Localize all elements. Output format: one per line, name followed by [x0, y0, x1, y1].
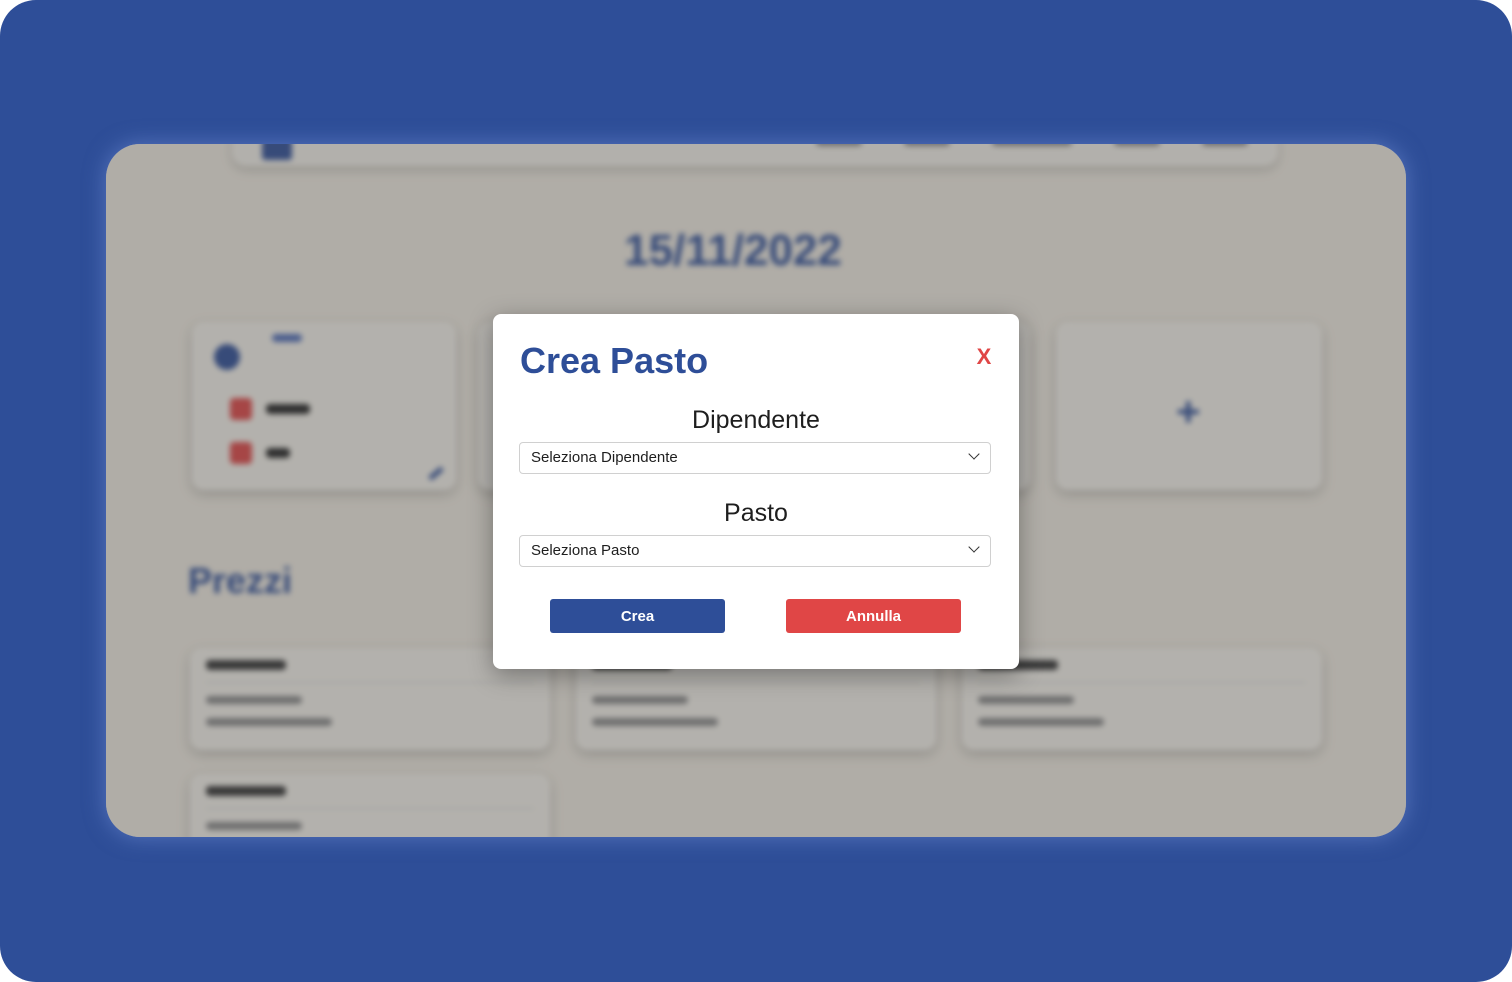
employee-select[interactable]: Seleziona Dipendente: [519, 442, 991, 474]
create-meal-dialog: Crea Pasto X Dipendente Seleziona Dipend…: [493, 314, 1019, 669]
close-icon[interactable]: X: [968, 342, 1000, 372]
dialog-title: Crea Pasto: [520, 340, 709, 381]
chevron-down-icon: [968, 541, 980, 553]
employee-label: Dipendente: [692, 406, 820, 434]
meal-select-value: Seleziona Pasto: [531, 542, 640, 559]
employee-select-value: Seleziona Dipendente: [531, 449, 678, 466]
chevron-down-icon: [968, 448, 980, 460]
meal-select[interactable]: Seleziona Pasto: [519, 535, 991, 567]
create-button[interactable]: Crea: [550, 599, 725, 633]
cancel-button[interactable]: Annulla: [786, 599, 961, 633]
meal-label: Pasto: [724, 499, 788, 527]
